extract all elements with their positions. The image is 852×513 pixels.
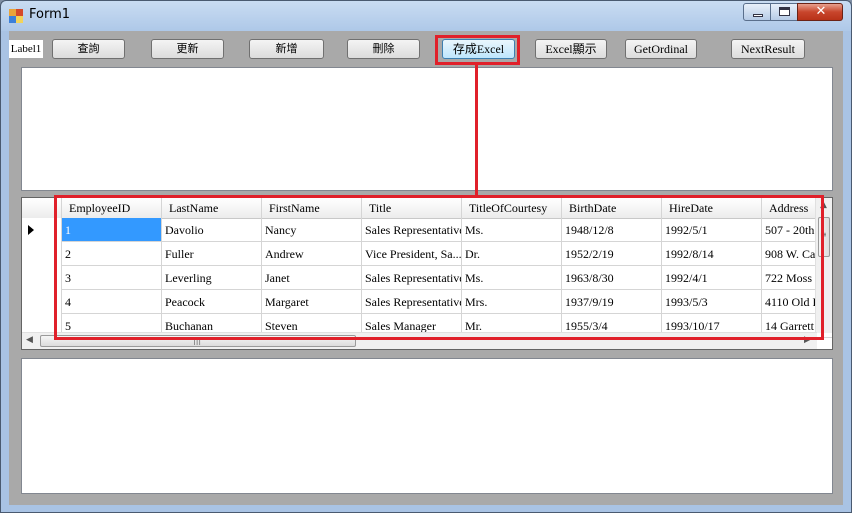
table-cell[interactable]: Davolio <box>162 218 262 241</box>
table-row[interactable]: 4 Peacock Margaret Sales Representative … <box>22 290 832 314</box>
table-cell[interactable]: Mrs. <box>462 290 562 313</box>
table-cell[interactable]: Ms. <box>462 218 562 241</box>
label1: Label1 <box>9 40 43 58</box>
table-cell[interactable]: Sales Representative <box>362 266 462 289</box>
delete-button[interactable]: 刪除 <box>347 39 420 59</box>
table-cell[interactable]: 1948/12/8 <box>562 218 662 241</box>
column-header[interactable]: EmployeeID <box>62 198 162 218</box>
column-header[interactable]: BirthDate <box>562 198 662 218</box>
table-cell[interactable]: Margaret <box>262 290 362 313</box>
grid-header-row: EmployeeID LastName FirstName Title Titl… <box>22 198 832 219</box>
maximize-icon <box>779 7 790 16</box>
column-header[interactable]: HireDate <box>662 198 762 218</box>
save-excel-button[interactable]: 存成Excel <box>442 39 515 59</box>
table-cell[interactable]: Fuller <box>162 242 262 265</box>
get-ordinal-button[interactable]: GetOrdinal <box>625 39 697 59</box>
table-cell[interactable]: Sales Representative <box>362 290 462 313</box>
table-cell[interactable]: Nancy <box>262 218 362 241</box>
vertical-scroll-thumb[interactable]: ≡ <box>818 217 830 257</box>
scroll-left-arrow-icon[interactable]: ◀ <box>26 335 33 345</box>
query-button[interactable]: 查詢 <box>52 39 125 59</box>
minimize-button[interactable] <box>743 3 771 21</box>
table-cell[interactable]: Janet <box>262 266 362 289</box>
table-cell[interactable]: Leverling <box>162 266 262 289</box>
form-client-area: Label1 查詢 更新 新增 刪除 存成Excel Excel顯示 GetOr… <box>9 31 843 505</box>
table-cell[interactable]: 1952/2/19 <box>562 242 662 265</box>
table-row[interactable]: 2 Fuller Andrew Vice President, Sa... Dr… <box>22 242 832 266</box>
table-cell[interactable]: Peacock <box>162 290 262 313</box>
table-cell[interactable]: 3 <box>62 266 162 289</box>
table-cell[interactable]: Ms. <box>462 266 562 289</box>
update-button[interactable]: 更新 <box>151 39 224 59</box>
column-header[interactable]: Address <box>762 198 817 218</box>
grid-horizontal-scrollbar[interactable]: ◀ ||| ▶ <box>22 332 817 349</box>
table-cell[interactable]: 1992/4/1 <box>662 266 762 289</box>
table-cell[interactable]: 2 <box>62 242 162 265</box>
table-cell[interactable]: Vice President, Sa... <box>362 242 462 265</box>
column-header[interactable]: LastName <box>162 198 262 218</box>
row-header[interactable] <box>22 266 62 290</box>
grip-icon: ||| <box>193 336 202 345</box>
table-cell[interactable]: 4 <box>62 290 162 313</box>
table-cell[interactable]: 908 W. Ca <box>762 242 817 265</box>
grip-icon: ≡ <box>820 230 827 239</box>
table-cell[interactable]: 1937/9/19 <box>562 290 662 313</box>
grid-vertical-scrollbar[interactable]: ▲ ≡ <box>815 198 832 333</box>
column-header[interactable]: TitleOfCourtesy <box>462 198 562 218</box>
maximize-button[interactable] <box>770 3 798 21</box>
excel-display-button[interactable]: Excel顯示 <box>535 39 607 59</box>
table-cell[interactable]: 1963/8/30 <box>562 266 662 289</box>
table-row[interactable]: 1 Davolio Nancy Sales Representative Ms.… <box>22 218 832 242</box>
employees-datagrid[interactable]: EmployeeID LastName FirstName Title Titl… <box>21 197 833 350</box>
title-bar[interactable]: Form1 ✕ <box>1 1 851 29</box>
table-cell[interactable]: Dr. <box>462 242 562 265</box>
table-cell[interactable]: 507 - 20th <box>762 218 817 241</box>
scroll-right-arrow-icon[interactable]: ▶ <box>804 335 811 345</box>
add-button[interactable]: 新增 <box>249 39 324 59</box>
table-cell[interactable]: 1992/8/14 <box>662 242 762 265</box>
table-cell[interactable]: 4110 Old R <box>762 290 817 313</box>
top-textbox[interactable] <box>21 67 833 191</box>
current-row-arrow-icon <box>28 225 34 235</box>
table-cell[interactable]: 1992/5/1 <box>662 218 762 241</box>
table-cell[interactable]: Andrew <box>262 242 362 265</box>
horizontal-scroll-thumb[interactable]: ||| <box>40 335 356 347</box>
table-row[interactable]: 3 Leverling Janet Sales Representative M… <box>22 266 832 290</box>
window-title: Form1 <box>29 7 71 22</box>
next-result-button[interactable]: NextResult <box>731 39 805 59</box>
close-button[interactable]: ✕ <box>797 3 843 21</box>
form-window: Form1 ✕ Label1 查詢 更新 新增 刪除 存成Excel Excel… <box>0 0 852 513</box>
row-header[interactable] <box>22 242 62 266</box>
row-header[interactable] <box>22 290 62 314</box>
column-header[interactable]: FirstName <box>262 198 362 218</box>
table-cell[interactable]: 1 <box>62 218 162 241</box>
minimize-icon <box>753 14 763 17</box>
scroll-up-arrow-icon[interactable]: ▲ <box>820 200 827 210</box>
row-header[interactable] <box>22 218 62 242</box>
table-cell[interactable]: 722 Moss B <box>762 266 817 289</box>
table-cell[interactable]: Sales Representative <box>362 218 462 241</box>
app-icon[interactable] <box>9 9 23 23</box>
column-header[interactable]: Title <box>362 198 462 218</box>
grid-corner-header[interactable] <box>22 198 62 218</box>
close-icon: ✕ <box>815 4 827 19</box>
table-cell[interactable]: 1993/5/3 <box>662 290 762 313</box>
bottom-textbox[interactable] <box>21 358 833 494</box>
